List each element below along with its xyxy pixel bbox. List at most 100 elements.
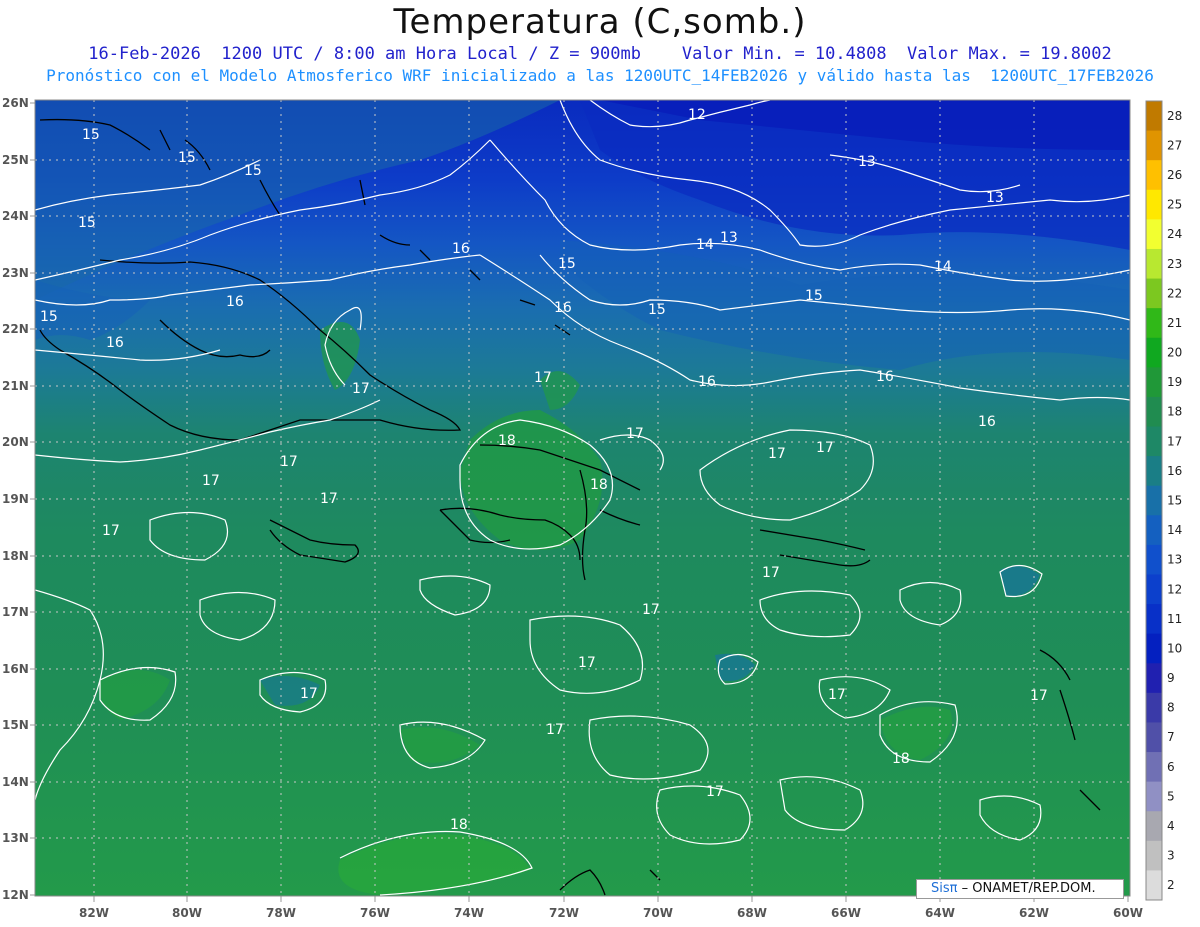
colorbar-label: 21	[1167, 316, 1182, 330]
contour-label: 16	[876, 369, 894, 385]
contour-label: 17	[202, 473, 220, 489]
lon-label: 66W	[831, 906, 861, 920]
lon-label: 74W	[454, 906, 484, 920]
colorbar-swatch	[1146, 692, 1162, 723]
contour-label: 17	[706, 784, 724, 800]
lat-label: 19N	[2, 492, 29, 506]
colorbar-swatch	[1146, 130, 1162, 161]
colorbar-swatch	[1146, 426, 1162, 457]
lat-labels: 26N 25N 24N 23N 22N 21N 20N 19N 18N 17N …	[2, 96, 29, 902]
lat-label: 21N	[2, 379, 29, 393]
contour-label: 17	[816, 440, 834, 456]
contour-label: 14	[934, 259, 952, 275]
lat-label: 15N	[2, 718, 29, 732]
colorbar-label: 27	[1167, 138, 1182, 152]
contour-label: 17	[768, 446, 786, 462]
colorbar-swatch	[1146, 337, 1162, 368]
colorbar-swatch	[1146, 456, 1162, 487]
colorbar-swatch	[1146, 604, 1162, 635]
lat-label: 17N	[2, 605, 29, 619]
map-background	[35, 100, 1130, 896]
contour-label: 17	[546, 722, 564, 738]
contour-label: 17	[534, 370, 552, 386]
colorbar-swatch	[1146, 367, 1162, 398]
contour-label: 17	[626, 426, 644, 442]
colorbar-label: 4	[1167, 819, 1175, 833]
lat-label: 18N	[2, 549, 29, 563]
colorbar-label: 7	[1167, 730, 1175, 744]
colorbar-label: 8	[1167, 701, 1175, 715]
temperature-map: 12 13 13 13 14 14 15 15 15 15 15 15 15 1…	[2, 96, 1182, 920]
contour-label: 15	[178, 150, 196, 166]
lat-label: 12N	[2, 888, 29, 902]
contour-label: 13	[720, 230, 738, 246]
lon-labels: 82W 80W 78W 76W 74W 72W 70W 68W 66W 64W …	[79, 906, 1143, 920]
contour-label: 13	[858, 154, 876, 170]
colorbar-swatch	[1146, 160, 1162, 191]
credit-box: Sisπ – ONAMET/REP.DOM.	[916, 879, 1124, 899]
colorbar-swatch	[1146, 101, 1162, 132]
colorbar-label: 6	[1167, 760, 1175, 774]
colorbar-label: 23	[1167, 257, 1182, 271]
lon-label: 76W	[360, 906, 390, 920]
colorbar-label: 15	[1167, 494, 1182, 508]
colorbar-label: 3	[1167, 849, 1175, 863]
colorbar-swatch	[1146, 840, 1162, 871]
contour-label: 15	[558, 256, 576, 272]
colorbar-label: 14	[1167, 523, 1182, 537]
contour-label: 17	[320, 491, 338, 507]
contour-label: 15	[244, 163, 262, 179]
colorbar-swatch	[1146, 574, 1162, 605]
contour-label: 15	[78, 215, 96, 231]
contour-label: 17	[578, 655, 596, 671]
lat-label: 13N	[2, 831, 29, 845]
contour-label: 18	[450, 817, 468, 833]
lon-label: 80W	[172, 906, 202, 920]
colorbar-label: 11	[1167, 612, 1182, 626]
contour-label: 12	[688, 107, 706, 123]
colorbar-swatch	[1146, 663, 1162, 694]
colorbar-swatch	[1146, 248, 1162, 280]
lat-axis	[30, 100, 36, 896]
contour-label: 16	[554, 300, 572, 316]
lon-label: 62W	[1019, 906, 1049, 920]
colorbar-swatch	[1146, 811, 1162, 842]
lat-label: 22N	[2, 322, 29, 336]
colorbar-swatch	[1146, 752, 1162, 783]
colorbar-label: 24	[1167, 227, 1182, 241]
lat-label: 24N	[2, 209, 29, 223]
credit-brand: Sisπ	[931, 881, 958, 896]
contour-label: 16	[452, 241, 470, 257]
colorbar-label: 2	[1167, 878, 1175, 892]
contour-label: 16	[978, 414, 996, 430]
contour-label: 15	[648, 302, 666, 318]
contour-label: 17	[1030, 688, 1048, 704]
colorbar-swatch	[1146, 722, 1162, 753]
contour-label: 18	[498, 433, 516, 449]
contour-label: 17	[102, 523, 120, 539]
colorbar-label: 19	[1167, 375, 1182, 389]
contour-label: 15	[82, 127, 100, 143]
contour-label: 17	[642, 602, 660, 618]
colorbar-label: 12	[1167, 582, 1182, 596]
colorbar-label: 26	[1167, 168, 1182, 182]
colorbar-label: 28	[1167, 109, 1182, 123]
colorbar: 2827262524232221201918171615141312111098…	[1145, 100, 1182, 901]
contour-label: 16	[698, 374, 716, 390]
colorbar-label: 9	[1167, 671, 1175, 685]
contour-label: 17	[300, 686, 318, 702]
contour-label: 16	[226, 294, 244, 310]
lon-label: 72W	[549, 906, 579, 920]
contour-label: 17	[280, 454, 298, 470]
colorbar-label: 16	[1167, 464, 1182, 478]
colorbar-swatch	[1146, 870, 1162, 901]
lat-label: 25N	[2, 153, 29, 167]
colorbar-swatch	[1146, 278, 1162, 309]
contour-label: 14	[696, 237, 714, 253]
colorbar-swatch	[1146, 633, 1162, 664]
colorbar-swatch	[1146, 485, 1162, 516]
lat-label: 16N	[2, 662, 29, 676]
colorbar-swatch	[1146, 781, 1162, 812]
lat-label: 14N	[2, 775, 29, 789]
colorbar-label: 18	[1167, 405, 1182, 419]
